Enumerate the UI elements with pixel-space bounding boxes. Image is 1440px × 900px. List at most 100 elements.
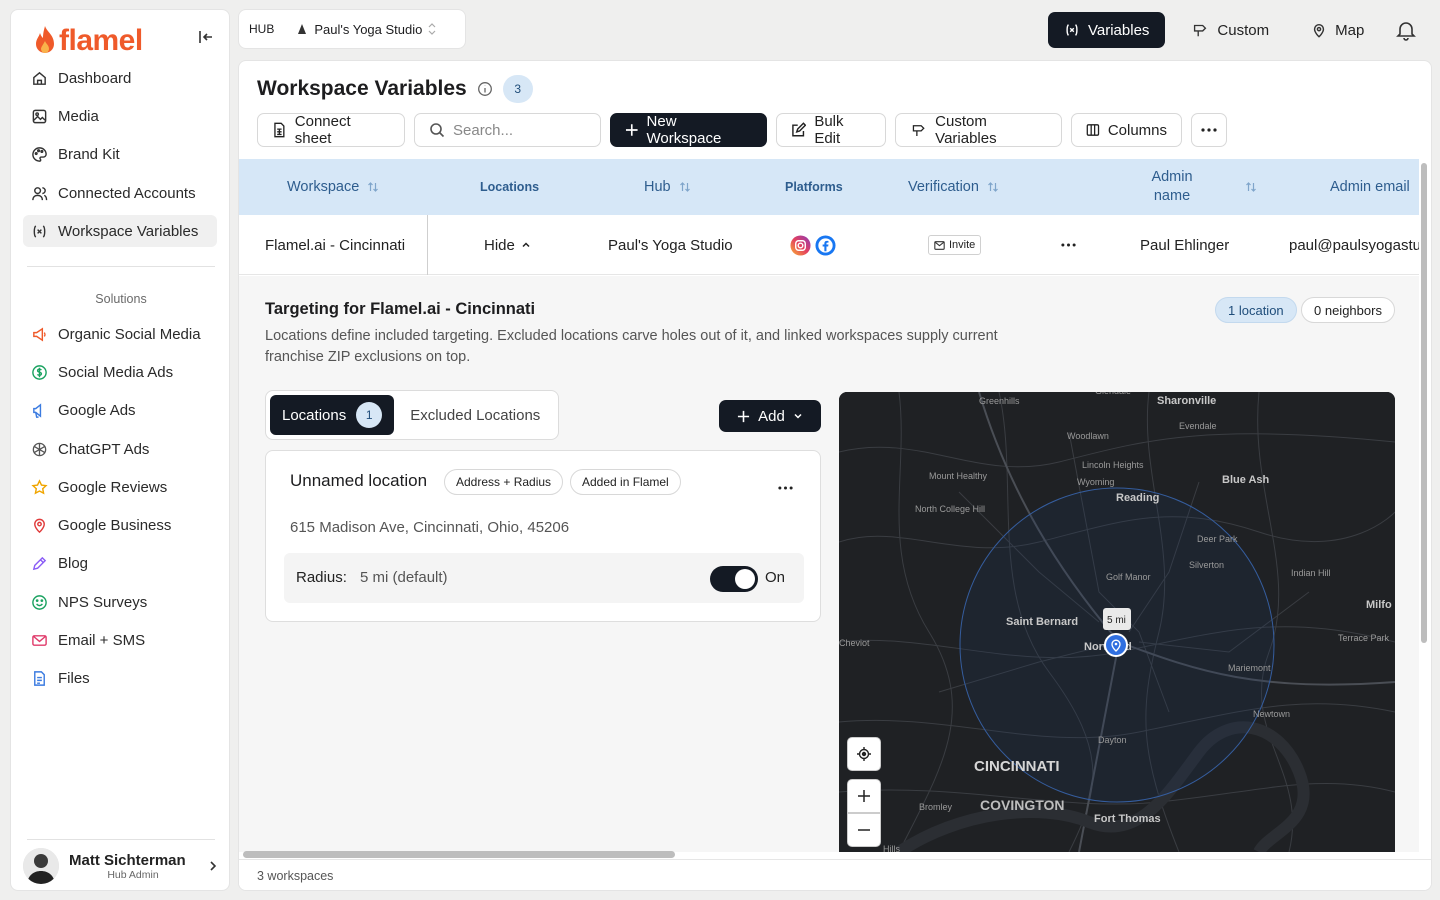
location-count-pill[interactable]: 1 location bbox=[1215, 297, 1297, 323]
palette-icon bbox=[32, 146, 47, 162]
sidebar-item-chatgpt-ads[interactable]: ChatGPT Ads bbox=[23, 433, 217, 465]
sidebar-item-label: Email + SMS bbox=[58, 631, 146, 649]
more-icon bbox=[1201, 128, 1217, 132]
custom-tab[interactable]: Custom bbox=[1175, 12, 1285, 48]
smile-icon bbox=[32, 594, 47, 610]
sidebar-item-google-ads[interactable]: Google Ads bbox=[23, 394, 217, 426]
svg-text:Saint Bernard: Saint Bernard bbox=[1006, 616, 1078, 628]
column-workspace[interactable]: Workspace bbox=[287, 159, 379, 215]
svg-text:Indian Hill: Indian Hill bbox=[1291, 568, 1331, 578]
vertical-scrollbar[interactable] bbox=[1421, 163, 1427, 643]
sidebar: flamel Dashboard Media Brand Kit Connect… bbox=[10, 9, 230, 891]
connect-sheet-button[interactable]: Connect sheet bbox=[257, 113, 405, 147]
sidebar-item-media[interactable]: Media bbox=[23, 100, 217, 132]
sidebar-item-google-reviews[interactable]: Google Reviews bbox=[23, 471, 217, 503]
sidebar-item-google-business[interactable]: Google Business bbox=[23, 509, 217, 541]
svg-text:Deer Park: Deer Park bbox=[1197, 534, 1238, 544]
sidebar-item-organic-social-media[interactable]: Organic Social Media bbox=[23, 318, 217, 350]
new-workspace-button[interactable]: New Workspace bbox=[610, 113, 767, 147]
column-platforms[interactable]: Platforms bbox=[785, 159, 843, 215]
mail-icon bbox=[32, 634, 47, 646]
search-input[interactable]: Search... bbox=[414, 113, 601, 147]
column-admin-email[interactable]: Admin email bbox=[1330, 159, 1410, 215]
signpost-icon bbox=[1194, 24, 1207, 37]
horizontal-scrollbar[interactable] bbox=[243, 851, 675, 858]
radius-toggle[interactable] bbox=[710, 566, 758, 592]
column-hub[interactable]: Hub bbox=[644, 159, 691, 215]
location-card: Unnamed location Address + Radius Added … bbox=[265, 450, 821, 622]
svg-text:Fort Thomas: Fort Thomas bbox=[1094, 813, 1161, 825]
bell-icon[interactable] bbox=[1392, 16, 1420, 44]
flamel-logo[interactable]: flamel bbox=[33, 24, 143, 58]
sidebar-item-files[interactable]: Files bbox=[23, 662, 217, 694]
zoom-in-button[interactable] bbox=[847, 779, 881, 813]
facebook-icon bbox=[815, 234, 836, 256]
studio-selector[interactable]: Paul's Yoga Studio bbox=[296, 22, 436, 37]
columns-button[interactable]: Columns bbox=[1071, 113, 1182, 147]
map-tab[interactable]: Map bbox=[1295, 12, 1380, 48]
svg-text:Mariemont: Mariemont bbox=[1228, 663, 1271, 673]
sidebar-item-label: Social Media Ads bbox=[58, 363, 174, 381]
zoom-out-button[interactable] bbox=[847, 813, 881, 847]
new-workspace-label: New Workspace bbox=[646, 113, 722, 147]
user-menu[interactable]: Matt Sichterman Hub Admin bbox=[23, 844, 223, 888]
radius-value[interactable]: 5 mi (default) bbox=[360, 569, 448, 586]
table-row[interactable]: Flamel.ai - Cincinnati Hide Paul's Yoga … bbox=[239, 215, 1419, 275]
custom-variables-button[interactable]: Custom Variables bbox=[895, 113, 1062, 147]
svg-text:Cheviot: Cheviot bbox=[839, 638, 870, 648]
sidebar-item-label: Google Ads bbox=[58, 401, 136, 419]
invite-button[interactable]: Invite bbox=[928, 235, 982, 255]
sort-icon bbox=[988, 182, 998, 192]
sidebar-item-nps-surveys[interactable]: NPS Surveys bbox=[23, 586, 217, 618]
hide-label: Hide bbox=[484, 236, 515, 254]
divider bbox=[27, 266, 215, 267]
sort-icon bbox=[368, 182, 379, 192]
sidebar-item-workspace-variables[interactable]: Workspace Variables bbox=[23, 215, 217, 247]
chevron-updown-icon bbox=[428, 23, 436, 35]
more-options-button[interactable] bbox=[1191, 113, 1227, 147]
tab-label: Excluded Locations bbox=[410, 406, 541, 424]
hide-locations-toggle[interactable]: Hide bbox=[484, 215, 531, 275]
megaphone-icon bbox=[33, 327, 46, 341]
locate-me-icon[interactable] bbox=[847, 737, 881, 771]
table-header: Workspace Locations Hub Platforms Verifi… bbox=[239, 159, 1419, 215]
neighbors-pill[interactable]: 0 neighbors bbox=[1301, 297, 1395, 323]
svg-text:CINCINNATI: CINCINNATI bbox=[974, 758, 1060, 775]
targeting-title: Targeting for Flamel.ai - Cincinnati bbox=[265, 300, 536, 318]
sidebar-item-email-sms[interactable]: Email + SMS bbox=[23, 624, 217, 656]
svg-text:Golf Manor: Golf Manor bbox=[1106, 572, 1151, 582]
column-locations[interactable]: Locations bbox=[480, 159, 539, 215]
column-verification[interactable]: Verification bbox=[908, 159, 999, 215]
svg-text:Newtown: Newtown bbox=[1253, 709, 1290, 719]
add-location-button[interactable]: Add bbox=[719, 400, 821, 432]
svg-text:Terrace Park: Terrace Park bbox=[1338, 633, 1390, 643]
custom-variables-label: Custom Variables bbox=[935, 113, 997, 147]
sidebar-item-dashboard[interactable]: Dashboard bbox=[23, 62, 217, 94]
plus-icon bbox=[625, 124, 638, 136]
row-more-icon[interactable] bbox=[1061, 215, 1076, 275]
svg-text:Blue Ash: Blue Ash bbox=[1222, 474, 1270, 486]
tab-locations[interactable]: Locations 1 bbox=[270, 395, 395, 435]
info-icon[interactable] bbox=[477, 81, 493, 97]
column-admin-name[interactable]: Admin name bbox=[1139, 159, 1257, 215]
toggle-label: On bbox=[765, 569, 786, 586]
column-label: Locations bbox=[480, 180, 540, 194]
map-view[interactable]: Greenhills Glendale Woodlawn Lincoln Hei… bbox=[839, 392, 1395, 852]
sidebar-item-connected-accounts[interactable]: Connected Accounts bbox=[23, 177, 217, 209]
svg-text:Dayton: Dayton bbox=[1098, 735, 1127, 745]
sidebar-item-blog[interactable]: Blog bbox=[23, 547, 217, 579]
targeting-panel: Targeting for Flamel.ai - Cincinnati Loc… bbox=[239, 276, 1419, 852]
collapse-sidebar-icon[interactable] bbox=[197, 28, 217, 46]
bulk-edit-button[interactable]: Bulk Edit bbox=[776, 113, 886, 147]
sidebar-item-social-media-ads[interactable]: Social Media Ads bbox=[23, 356, 217, 388]
main-panel: Workspace Variables 3 Connect sheet Sear… bbox=[238, 60, 1432, 891]
workspace-count: 3 workspaces bbox=[257, 868, 334, 883]
sidebar-item-brand-kit[interactable]: Brand Kit bbox=[23, 138, 217, 170]
sidebar-item-label: Brand Kit bbox=[58, 145, 120, 163]
location-more-icon[interactable] bbox=[778, 477, 793, 493]
svg-text:Evendale: Evendale bbox=[1179, 421, 1217, 431]
svg-text:North College Hill: North College Hill bbox=[915, 504, 985, 514]
svg-text:Milfo: Milfo bbox=[1366, 599, 1392, 611]
variables-tab[interactable]: Variables bbox=[1048, 12, 1166, 48]
tab-excluded-locations[interactable]: Excluded Locations bbox=[398, 395, 552, 435]
